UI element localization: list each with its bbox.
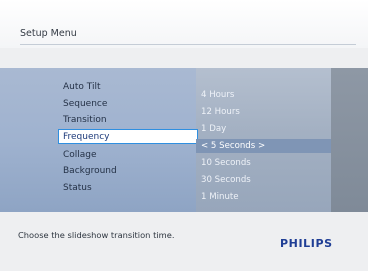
option-12-hours[interactable]: 12 Hours bbox=[201, 105, 327, 119]
option-5-seconds[interactable]: < 5 Seconds > bbox=[196, 139, 331, 153]
menu-item-frequency[interactable]: Frequency bbox=[58, 129, 198, 144]
menu-title: Setup Menu bbox=[20, 28, 77, 39]
help-text: Choose the slideshow transition time. bbox=[18, 230, 175, 240]
menu-item-background[interactable]: Background bbox=[63, 164, 193, 178]
menu-item-collage[interactable]: Collage bbox=[63, 148, 193, 162]
menu-item-auto-tilt[interactable]: Auto Tilt bbox=[63, 80, 193, 94]
option-10-seconds[interactable]: 10 Seconds bbox=[201, 156, 327, 170]
header-bar: Setup Menu bbox=[0, 0, 368, 48]
header-divider bbox=[20, 44, 356, 45]
side-panel bbox=[331, 68, 368, 212]
option-30-seconds[interactable]: 30 Seconds bbox=[201, 173, 327, 187]
option-4-hours[interactable]: 4 Hours bbox=[201, 88, 327, 102]
option-1-minute[interactable]: 1 Minute bbox=[201, 190, 327, 204]
option-1-day[interactable]: 1 Day bbox=[201, 122, 327, 136]
setup-screen: Setup Menu Auto Tilt Sequence Transition… bbox=[0, 0, 368, 271]
menu-item-status[interactable]: Status bbox=[63, 181, 193, 195]
menu-item-sequence[interactable]: Sequence bbox=[63, 97, 193, 111]
brand-logo: PHILIPS bbox=[280, 237, 333, 250]
menu-item-transition[interactable]: Transition bbox=[63, 113, 193, 127]
